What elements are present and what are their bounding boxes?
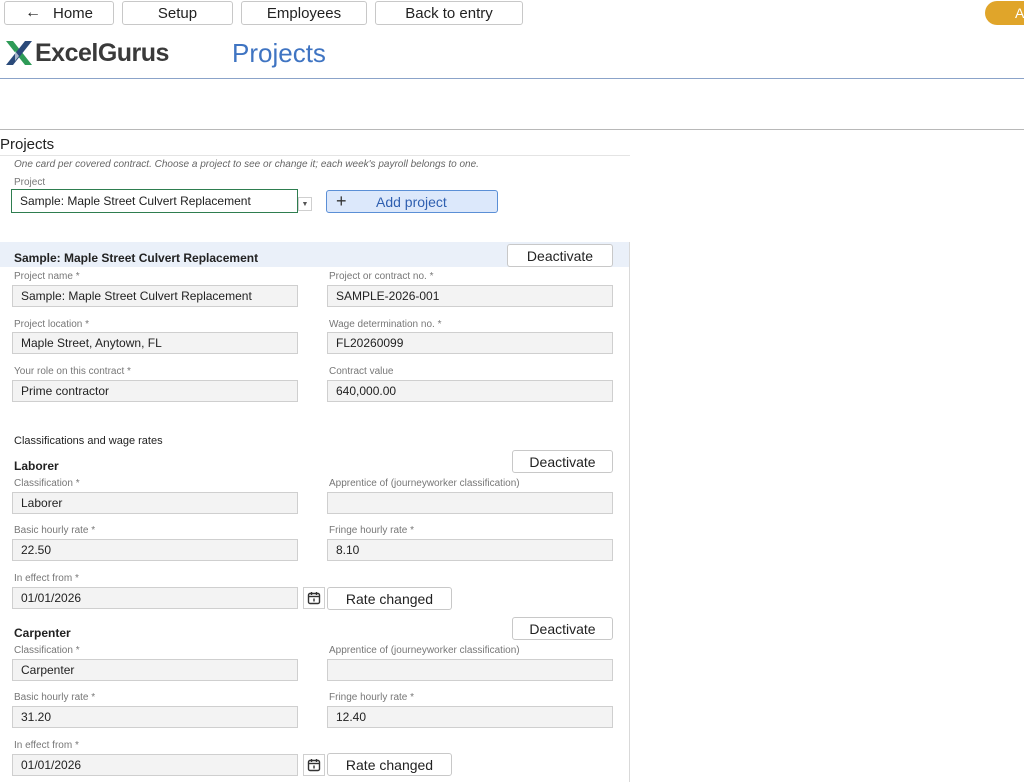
arrow-left-icon: ← [24,4,41,21]
brand-logo: ExcelGurus [5,38,169,68]
wage-determination-label: Wage determination no. * [329,319,442,330]
add-project-label: Add project [376,193,447,210]
contract-no-label: Project or contract no. * [329,271,434,282]
add-project-button[interactable]: + Add project [326,190,498,213]
apprentice-field[interactable] [327,659,613,681]
project-select-label: Project [14,177,46,188]
basic-rate-field[interactable]: 22.50 [12,539,298,561]
classification-label: Classification * [14,645,80,656]
fringe-rate-label: Fringe hourly rate * [329,525,415,536]
classification-title: Laborer [14,459,59,473]
effective-date-label: In effect from * [14,740,79,751]
apprentice-field[interactable] [327,492,613,514]
project-card-title: Sample: Maple Street Culvert Replacement [14,251,259,265]
fringe-rate-field[interactable]: 12.40 [327,706,613,728]
contract-value-field[interactable]: 640,000.00 [327,380,613,402]
home-button[interactable]: ← Home [4,1,114,25]
accent-button[interactable]: A [985,1,1024,25]
deactivate-project-button[interactable]: Deactivate [507,244,613,267]
location-label: Project location * [14,319,90,330]
home-button-label: Home [52,4,93,22]
role-field[interactable]: Prime contractor [12,380,298,402]
basic-rate-field[interactable]: 31.20 [12,706,298,728]
apprentice-label: Apprentice of (journeyworker classificat… [329,645,520,656]
section-divider [0,155,630,156]
basic-rate-label: Basic hourly rate * [14,525,96,536]
wage-determination-field[interactable]: FL20260099 [327,332,613,354]
project-name-label: Project name * [14,271,80,282]
excelgurus-x-logo [6,41,32,65]
toolbar-divider [0,129,1024,130]
classifications-title: Classifications and wage rates [14,435,163,447]
deactivate-classification-button[interactable]: Deactivate [512,617,613,640]
effective-date-label: In effect from * [14,573,79,584]
contract-value-label: Contract value [329,366,394,377]
effective-date-field[interactable]: 01/01/2026 [12,587,298,609]
header-divider [0,78,1024,79]
role-label: Your role on this contract * [14,366,131,377]
calendar-icon[interactable] [303,587,325,609]
project-select-value: Sample: Maple Street Culvert Replacement [20,194,251,208]
classification-field[interactable]: Carpenter [12,659,298,681]
fringe-rate-field[interactable]: 8.10 [327,539,613,561]
employees-button[interactable]: Employees [241,1,367,25]
section-hint: One card per covered contract. Choose a … [14,159,479,170]
classification-field[interactable]: Laborer [12,492,298,514]
apprentice-label: Apprentice of (journeyworker classificat… [329,478,520,489]
rate-changed-button[interactable]: Rate changed [327,587,452,610]
setup-button[interactable]: Setup [122,1,233,25]
rate-changed-button[interactable]: Rate changed [327,753,452,776]
calendar-icon[interactable] [303,754,325,776]
back-to-entry-button[interactable]: Back to entry [375,1,523,25]
page-title: Projects [232,38,326,68]
accent-button-label: A [1015,5,1024,21]
location-field[interactable]: Maple Street, Anytown, FL [12,332,298,354]
effective-date-field[interactable]: 01/01/2026 [12,754,298,776]
classification-label: Classification * [14,478,80,489]
chevron-down-icon[interactable]: ▼ [298,197,312,211]
project-select[interactable]: Sample: Maple Street Culvert Replacement [11,189,298,213]
contract-no-field[interactable]: SAMPLE-2026-001 [327,285,613,307]
brand-name: ExcelGurus [35,38,169,67]
classification-title: Carpenter [14,626,71,640]
project-name-field[interactable]: Sample: Maple Street Culvert Replacement [12,285,298,307]
basic-rate-label: Basic hourly rate * [14,692,96,703]
plus-icon: + [336,191,347,211]
section-title: Projects [0,136,55,153]
deactivate-classification-button[interactable]: Deactivate [512,450,613,473]
fringe-rate-label: Fringe hourly rate * [329,692,415,703]
